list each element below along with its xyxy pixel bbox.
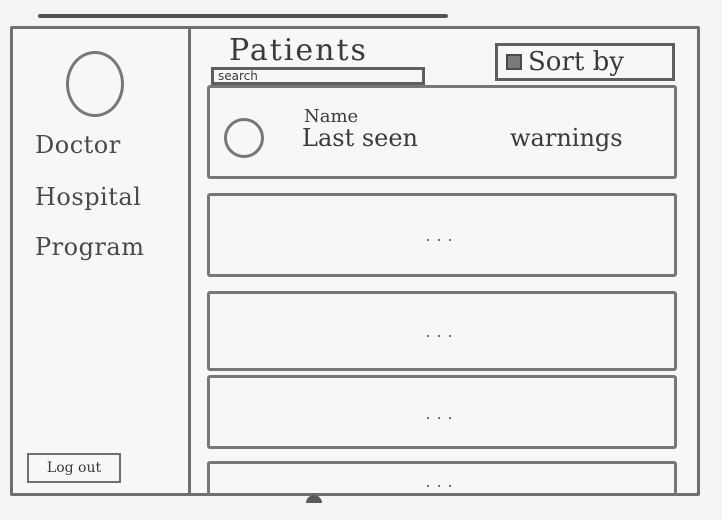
search-input[interactable] — [211, 67, 425, 85]
sketch-top-line — [38, 14, 448, 18]
patient-card[interactable]: ... — [207, 291, 677, 371]
card-placeholder-text: ... — [425, 226, 459, 245]
avatar — [66, 51, 124, 117]
card-placeholder-text: ... — [425, 322, 459, 341]
patient-last-seen-label: Last seen — [302, 124, 419, 152]
scroll-handle[interactable] — [306, 495, 322, 503]
page-title: Patients — [229, 33, 368, 68]
sort-by-label: Sort by — [528, 47, 624, 77]
sidebar: Doctor Hospital Program Log out — [13, 29, 191, 493]
card-placeholder-text: ... — [425, 472, 459, 491]
checkbox-icon — [506, 54, 522, 70]
patient-card[interactable]: Name Last seen warnings — [207, 85, 677, 179]
patient-card[interactable]: ... — [207, 375, 677, 449]
sort-by-button[interactable]: Sort by — [495, 43, 675, 81]
main-content: Patients Sort by Name Last seen warnings… — [191, 29, 697, 495]
sidebar-doctor-label: Doctor — [35, 131, 121, 159]
app-window: Doctor Hospital Program Log out Patients… — [10, 26, 700, 496]
logout-button[interactable]: Log out — [27, 453, 121, 483]
sidebar-hospital-label: Hospital — [35, 183, 142, 211]
card-placeholder-text: ... — [425, 404, 459, 423]
patient-card[interactable]: ... — [207, 193, 677, 277]
patient-warnings-label: warnings — [510, 124, 623, 152]
patient-card[interactable]: ... — [207, 461, 677, 495]
patient-avatar — [224, 118, 264, 158]
sidebar-program-label: Program — [35, 233, 145, 261]
